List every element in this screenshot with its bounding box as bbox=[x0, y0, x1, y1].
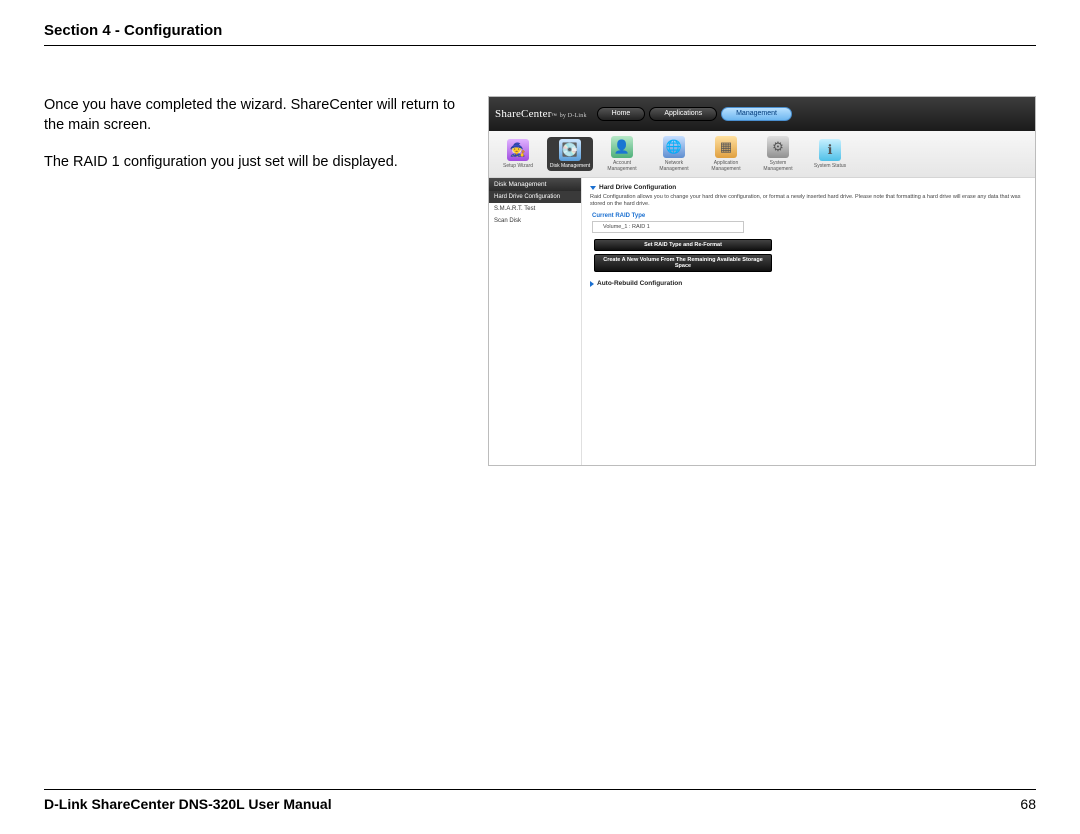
toolbar-label: Setup Wizard bbox=[503, 163, 533, 169]
auto-rebuild-title: Auto-Rebuild Configuration bbox=[597, 280, 682, 287]
sidebar-item-smart[interactable]: S.M.A.R.T. Test bbox=[489, 203, 581, 215]
toolbar-system-management[interactable]: ⚙ System Management bbox=[755, 134, 801, 174]
toolbar: 🧙 Setup Wizard 💽 Disk Management 👤 Accou… bbox=[489, 131, 1035, 178]
instruction-column: Once you have completed the wizard. Shar… bbox=[44, 96, 464, 191]
auto-rebuild-section-header[interactable]: Auto-Rebuild Configuration bbox=[590, 280, 1027, 287]
hd-config-section-header[interactable]: Hard Drive Configuration bbox=[590, 184, 1027, 191]
app-icon: ▦ bbox=[715, 136, 737, 158]
paragraph-2: The RAID 1 configuration you just set wi… bbox=[44, 153, 464, 173]
current-raid-value: Volume_1 : RAID 1 bbox=[592, 221, 744, 233]
toolbar-label: System Status bbox=[814, 163, 846, 169]
toolbar-label: Application Management bbox=[703, 160, 749, 172]
current-raid-label: Current RAID Type bbox=[592, 213, 1027, 219]
page-footer: D-Link ShareCenter DNS-320L User Manual … bbox=[44, 789, 1036, 812]
page-header: Section 4 - Configuration bbox=[44, 22, 1036, 46]
status-icon: ℹ bbox=[819, 139, 841, 161]
set-raid-button[interactable]: Set RAID Type and Re-Format bbox=[594, 239, 772, 251]
brand-logo: ShareCenter™ by D-Link bbox=[495, 108, 587, 120]
chevron-down-icon bbox=[590, 186, 596, 190]
nav-home[interactable]: Home bbox=[597, 107, 646, 121]
app-header-bar: ShareCenter™ by D-Link Home Applications… bbox=[489, 97, 1035, 131]
toolbar-label: System Management bbox=[755, 160, 801, 172]
content-panel: Hard Drive Configuration Raid Configurat… bbox=[582, 178, 1035, 465]
hd-config-title: Hard Drive Configuration bbox=[599, 184, 676, 191]
brand-sub: by D-Link bbox=[560, 113, 587, 119]
nav-applications[interactable]: Applications bbox=[649, 107, 717, 121]
chevron-right-icon bbox=[590, 281, 594, 287]
hd-config-description: Raid Configuration allows you to change … bbox=[590, 194, 1027, 207]
sharecenter-screenshot: ShareCenter™ by D-Link Home Applications… bbox=[488, 96, 1036, 466]
footer-manual-title: D-Link ShareCenter DNS-320L User Manual bbox=[44, 796, 332, 812]
system-icon: ⚙ bbox=[767, 136, 789, 158]
create-volume-button[interactable]: Create A New Volume From The Remaining A… bbox=[594, 254, 772, 272]
toolbar-label: Disk Management bbox=[550, 163, 590, 169]
sidebar-item-scandisk[interactable]: Scan Disk bbox=[489, 215, 581, 227]
nav-management[interactable]: Management bbox=[721, 107, 792, 121]
section-title: Section 4 - Configuration bbox=[44, 22, 222, 39]
toolbar-network-management[interactable]: 🌐 Network Management bbox=[651, 134, 697, 174]
disk-icon: 💽 bbox=[559, 139, 581, 161]
toolbar-disk-management[interactable]: 💽 Disk Management bbox=[547, 137, 593, 171]
toolbar-system-status[interactable]: ℹ System Status bbox=[807, 137, 853, 171]
footer-page-number: 68 bbox=[1020, 796, 1036, 812]
paragraph-1: Once you have completed the wizard. Shar… bbox=[44, 96, 464, 135]
toolbar-application-management[interactable]: ▦ Application Management bbox=[703, 134, 749, 174]
toolbar-setup-wizard[interactable]: 🧙 Setup Wizard bbox=[495, 137, 541, 171]
account-icon: 👤 bbox=[611, 136, 633, 158]
sidebar-item-hdconfig[interactable]: Hard Drive Configuration bbox=[489, 191, 581, 203]
toolbar-account-management[interactable]: 👤 Account Management bbox=[599, 134, 645, 174]
network-icon: 🌐 bbox=[663, 136, 685, 158]
toolbar-label: Account Management bbox=[599, 160, 645, 172]
brand-tm: ™ bbox=[552, 114, 557, 119]
toolbar-label: Network Management bbox=[651, 160, 697, 172]
brand-name: ShareCenter bbox=[495, 108, 552, 120]
wizard-icon: 🧙 bbox=[507, 139, 529, 161]
sidebar-header: Disk Management bbox=[489, 178, 581, 191]
sidebar: Disk Management Hard Drive Configuration… bbox=[489, 178, 582, 465]
